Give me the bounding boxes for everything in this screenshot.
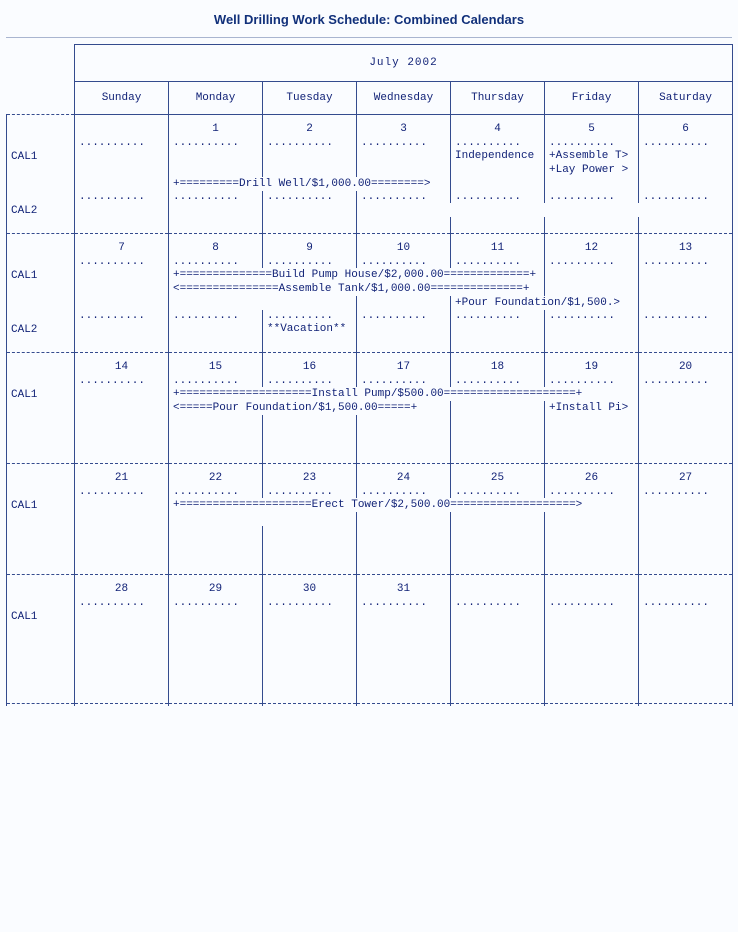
day-number: 9: [263, 234, 357, 257]
day-number: [545, 575, 639, 598]
day-header: Thursday: [451, 82, 545, 115]
event-cell: [545, 177, 639, 191]
day-number: 30: [263, 575, 357, 598]
event-cell: +====================Install Pump/$500.0…: [169, 387, 639, 401]
calendar-label: CAL1: [7, 268, 75, 282]
day-number: 17: [357, 353, 451, 376]
event-cell: <===============Assemble Tank/$1,000.00=…: [169, 282, 545, 296]
calendar-label: CAL2: [7, 203, 75, 217]
month-header: July 2002: [75, 45, 733, 82]
day-number: [75, 115, 169, 138]
day-number: 29: [169, 575, 263, 598]
day-number: [451, 575, 545, 598]
event-cell: +Lay Power >: [545, 163, 639, 177]
day-number: 24: [357, 464, 451, 487]
event-cell: +Assemble T>: [545, 149, 639, 163]
day-number: 6: [639, 115, 733, 138]
calendar-label: CAL2: [7, 322, 75, 336]
day-number: 28: [75, 575, 169, 598]
day-header: Saturday: [639, 82, 733, 115]
day-number: 3: [357, 115, 451, 138]
event-cell: +====================Erect Tower/$2,500.…: [169, 498, 639, 512]
calendar-label: CAL1: [7, 609, 75, 623]
day-number: 18: [451, 353, 545, 376]
day-number: 7: [75, 234, 169, 257]
day-number: 21: [75, 464, 169, 487]
day-header: Wednesday: [357, 82, 451, 115]
day-number: 25: [451, 464, 545, 487]
event-cell: [169, 512, 357, 526]
day-header: Sunday: [75, 82, 169, 115]
day-number: 13: [639, 234, 733, 257]
event-cell: [169, 609, 263, 623]
day-number: 27: [639, 464, 733, 487]
calendar-table: July 2002SundayMondayTuesdayWednesdayThu…: [6, 44, 733, 706]
day-number: 2: [263, 115, 357, 138]
day-number: 12: [545, 234, 639, 257]
day-number: 15: [169, 353, 263, 376]
day-number: 14: [75, 353, 169, 376]
day-number: 26: [545, 464, 639, 487]
day-number: 11: [451, 234, 545, 257]
page-title: Well Drilling Work Schedule: Combined Ca…: [6, 6, 732, 37]
event-cell: Independence: [451, 149, 545, 163]
day-number: [639, 575, 733, 598]
event-cell: +Pour Foundation/$1,500.>: [451, 296, 639, 310]
day-number: 22: [169, 464, 263, 487]
event-cell: **Vacation**: [263, 322, 357, 336]
calendar-label: CAL1: [7, 387, 75, 401]
day-header: Monday: [169, 82, 263, 115]
day-number: 19: [545, 353, 639, 376]
day-number: 10: [357, 234, 451, 257]
calendar-label: CAL1: [7, 498, 75, 512]
event-cell: +=========Drill Well/$1,000.00========>: [169, 177, 451, 191]
calendar-label: CAL1: [7, 149, 75, 163]
event-cell: [169, 296, 357, 310]
day-number: 31: [357, 575, 451, 598]
day-header: Friday: [545, 82, 639, 115]
event-cell: [357, 322, 451, 336]
day-number: 8: [169, 234, 263, 257]
day-header: Tuesday: [263, 82, 357, 115]
day-number: 20: [639, 353, 733, 376]
event-cell: +Install Pi>: [545, 401, 639, 415]
day-number: 4: [451, 115, 545, 138]
title-divider: [6, 37, 732, 38]
day-number: 5: [545, 115, 639, 138]
day-number: 1: [169, 115, 263, 138]
event-cell: <=====Pour Foundation/$1,500.00=====+: [169, 401, 451, 415]
day-number: 16: [263, 353, 357, 376]
event-cell: +==============Build Pump House/$2,000.0…: [169, 268, 545, 282]
event-cell: [169, 322, 263, 336]
day-number: 23: [263, 464, 357, 487]
